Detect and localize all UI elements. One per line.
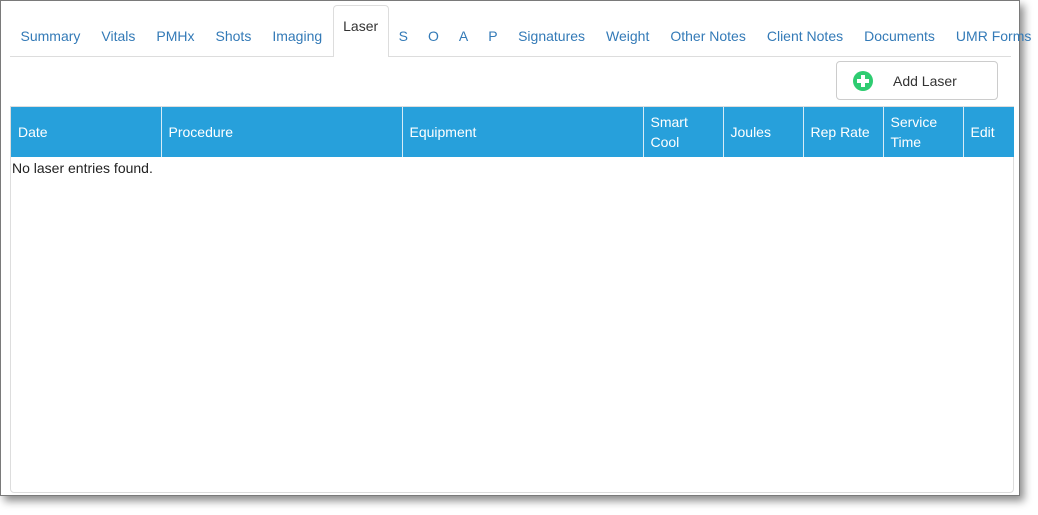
tab-label: Signatures [518, 28, 586, 44]
column-header-service-time[interactable]: Service Time [883, 107, 964, 157]
tab-weight[interactable]: Weight [596, 15, 660, 57]
tab-o[interactable]: O [418, 15, 449, 57]
tab-label: A [458, 28, 469, 44]
tab-label: O [428, 28, 439, 44]
column-header-rep-rate[interactable]: Rep Rate [803, 107, 884, 157]
add-laser-button[interactable]: Add Laser [836, 61, 998, 100]
tab-shots[interactable]: Shots [205, 15, 262, 57]
tab-client-notes[interactable]: Client Notes [756, 15, 853, 57]
tab-label: Client Notes [766, 28, 844, 44]
column-header-procedure[interactable]: Procedure [161, 107, 403, 157]
tab-label: Laser [343, 18, 379, 34]
tab-imaging[interactable]: Imaging [262, 15, 333, 57]
tab-a[interactable]: A [449, 15, 478, 57]
add-laser-label: Add Laser [893, 72, 957, 89]
tab-label: Vitals [101, 28, 136, 44]
tab-label: Other Notes [670, 28, 746, 44]
column-header-equipment[interactable]: Equipment [402, 107, 644, 157]
tab-signatures[interactable]: Signatures [508, 15, 596, 57]
tab-umr-forms[interactable]: UMR Forms [945, 15, 1038, 57]
tab-label: Shots [215, 28, 252, 44]
header-text: Edit [970, 124, 995, 140]
column-header-edit[interactable]: Edit [963, 107, 1014, 157]
header-text: Time [890, 134, 922, 150]
empty-message: No laser entries found. [12, 160, 153, 176]
header-text: Date [18, 124, 48, 140]
header-text: Cool [650, 134, 680, 150]
column-header-date[interactable]: Date [11, 107, 162, 157]
tab-p[interactable]: P [478, 15, 507, 57]
tab-pmhx[interactable]: PMHx [146, 15, 205, 57]
tab-label: Documents [864, 28, 935, 44]
table-header-row: Date Procedure Equipment Smart Cool Joule… [11, 107, 1014, 157]
tab-label: PMHx [156, 28, 195, 44]
tab-label: P [488, 28, 498, 44]
laser-table: Date Procedure Equipment Smart Cool Joule… [11, 107, 1014, 157]
plus-circle-icon [853, 70, 873, 91]
header-text: Smart [650, 114, 688, 130]
tab-vitals[interactable]: Vitals [91, 15, 146, 57]
column-header-joules[interactable]: Joules [723, 107, 804, 157]
tab-label: Imaging [272, 28, 323, 44]
header-text: Service [890, 114, 938, 130]
tab-bar: Summary Vitals PMHx Shots Imaging Laser … [10, 5, 1031, 57]
header-text: Rep Rate [810, 124, 870, 140]
header-text: Equipment [409, 124, 477, 140]
tab-summary[interactable]: Summary [10, 15, 91, 57]
laser-window: Summary Vitals PMHx Shots Imaging Laser … [0, 0, 1031, 496]
header-text: Joules [730, 124, 771, 140]
tab-s[interactable]: S [389, 15, 418, 57]
header-text: Procedure [168, 124, 234, 140]
tab-label: Weight [606, 28, 650, 44]
tab-documents[interactable]: Documents [854, 15, 946, 57]
tab-label: UMR Forms [955, 28, 1032, 44]
tab-label: S [398, 28, 409, 44]
tab-label: Summary [20, 28, 81, 44]
tab-laser[interactable]: Laser [332, 5, 389, 57]
tab-other-notes[interactable]: Other Notes [660, 15, 756, 57]
laser-table-panel: Date Procedure Equipment Smart Cool Joule… [10, 106, 1014, 493]
column-header-smart-cool[interactable]: Smart Cool [643, 107, 724, 157]
